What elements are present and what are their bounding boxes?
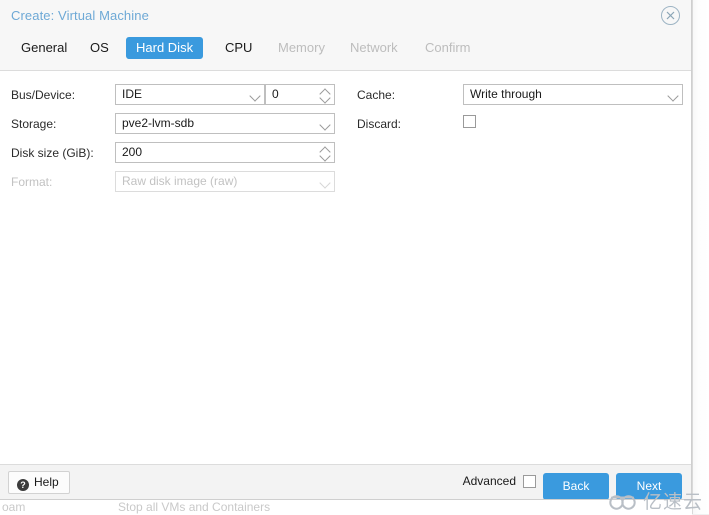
chevron-down-icon[interactable]	[665, 85, 682, 104]
close-icon[interactable]	[661, 6, 680, 25]
tab-os[interactable]: OS	[80, 37, 119, 59]
advanced-label: Advanced	[462, 474, 516, 488]
dialog-header: Create: Virtual Machine	[0, 0, 691, 32]
background-cell-description: Stop all VMs and Containers	[118, 500, 271, 514]
create-virtual-machine-dialog: Create: Virtual Machine General OS Hard …	[0, 0, 692, 500]
advanced-checkbox[interactable]	[523, 475, 536, 488]
storage-select[interactable]: pve2-lvm-sdb	[115, 113, 335, 134]
cache-label: Cache:	[357, 88, 396, 102]
format-label: Format:	[11, 175, 53, 189]
wizard-tabbar: General OS Hard Disk CPU Memory Network …	[0, 32, 691, 71]
tab-hard-disk[interactable]: Hard Disk	[126, 37, 204, 59]
bus-device-value: IDE	[122, 87, 143, 101]
spinner-updown-icon[interactable]	[317, 143, 334, 162]
background-right-panel	[692, 0, 709, 514]
next-button[interactable]: Next	[616, 473, 682, 499]
question-mark-icon: ?	[17, 479, 29, 491]
background-cell-name: oam	[2, 500, 26, 514]
background-table-row: oam Stop all VMs and Containers	[0, 498, 692, 515]
dialog-body: Bus/Device: IDE 0 Storage: pve2-lvm-sdb …	[0, 71, 691, 466]
bus-device-index-value: 0	[272, 87, 279, 101]
bus-device-label: Bus/Device:	[11, 88, 76, 102]
help-button-label: Help	[34, 475, 59, 489]
spinner-updown-icon[interactable]	[317, 85, 334, 104]
tab-network: Network	[350, 40, 398, 55]
discard-checkbox[interactable]	[463, 115, 476, 128]
storage-label: Storage:	[11, 117, 57, 131]
help-button[interactable]: ? Help	[8, 471, 70, 494]
cache-select[interactable]: Write through	[463, 84, 683, 105]
tab-cpu[interactable]: CPU	[215, 37, 262, 59]
dialog-footer: ? Help Advanced Back Next	[0, 464, 691, 499]
tab-general[interactable]: General	[11, 37, 77, 59]
bus-device-select[interactable]: IDE	[115, 84, 265, 105]
discard-label: Discard:	[357, 117, 402, 131]
disk-size-value: 200	[122, 145, 143, 159]
chevron-down-icon[interactable]	[247, 85, 264, 104]
chevron-down-icon[interactable]	[317, 114, 334, 133]
dialog-title: Create: Virtual Machine	[11, 8, 149, 23]
tab-memory: Memory	[278, 40, 325, 55]
disk-size-label: Disk size (GiB):	[11, 146, 94, 160]
disk-size-input[interactable]: 200	[115, 142, 335, 163]
format-value: Raw disk image (raw)	[122, 174, 238, 188]
bus-device-index-stepper[interactable]: 0	[265, 84, 335, 105]
format-select: Raw disk image (raw)	[115, 171, 335, 192]
back-button[interactable]: Back	[543, 473, 609, 499]
tab-confirm: Confirm	[425, 40, 471, 55]
cache-value: Write through	[470, 87, 542, 101]
chevron-down-icon	[317, 172, 334, 191]
storage-value: pve2-lvm-sdb	[122, 116, 195, 130]
